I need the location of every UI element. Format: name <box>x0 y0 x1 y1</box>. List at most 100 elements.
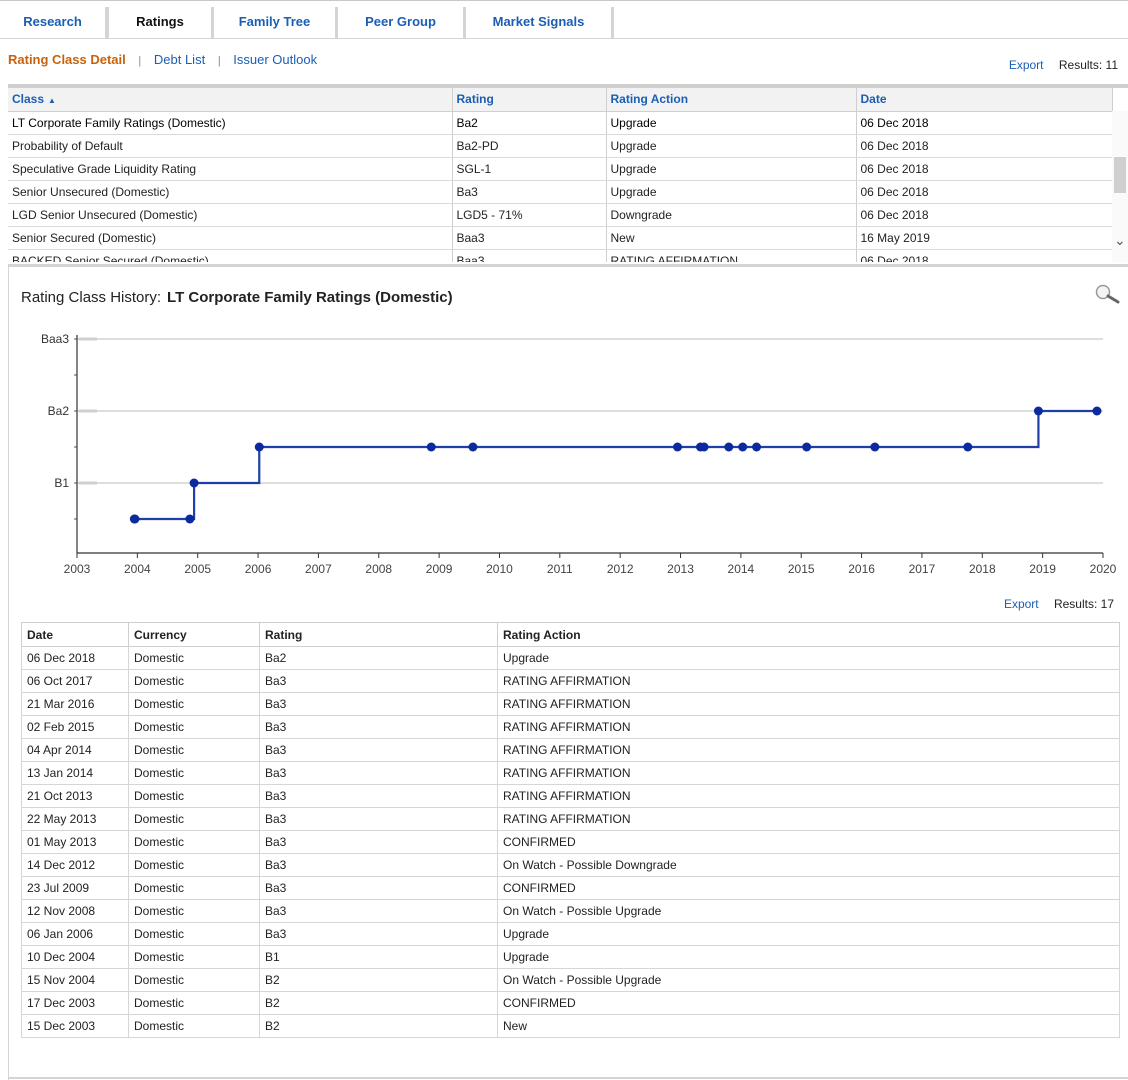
y-tick-label: Ba2 <box>48 404 70 418</box>
table-row[interactable]: 06 Dec 2018 Domestic Ba2 Upgrade <box>21 646 1120 670</box>
table-cell: Upgrade <box>606 111 857 135</box>
table-cell: SGL-1 <box>452 157 607 181</box>
table-cell: CONFIRMED <box>497 876 1120 900</box>
table-cell: Ba3 <box>259 738 498 762</box>
scrollbar-thumb[interactable] <box>1114 157 1126 193</box>
table-cell: Upgrade <box>497 646 1120 670</box>
tab-research[interactable]: Research <box>0 7 108 39</box>
column-header-rating-action: Rating Action <box>497 622 1120 647</box>
table-cell: Ba2 <box>259 646 498 670</box>
table-cell: RATING AFFIRMATION <box>497 784 1120 808</box>
tab-baseline <box>0 38 1128 39</box>
history-table-toolbar: Export Results: 17 <box>1004 597 1114 611</box>
data-point <box>254 442 264 452</box>
table-cell: Domestic <box>128 784 260 808</box>
table-cell: CONFIRMED <box>497 991 1120 1015</box>
table-row[interactable]: 15 Dec 2003 Domestic B2 New <box>21 1014 1120 1038</box>
table-row[interactable]: 06 Jan 2006 Domestic Ba3 Upgrade <box>21 922 1120 946</box>
subnav-rating-class-detail[interactable]: Rating Class Detail <box>8 52 126 67</box>
tab-ratings[interactable]: Ratings <box>106 7 214 39</box>
table-row[interactable]: 22 May 2013 Domestic Ba3 RATING AFFIRMATION <box>21 807 1120 831</box>
tab-market-signals[interactable]: Market Signals <box>466 7 614 39</box>
y-tick-label: B1 <box>54 476 69 490</box>
subnav-debt-list[interactable]: Debt List <box>154 52 205 67</box>
data-point <box>738 442 748 452</box>
x-tick-label: 2005 <box>184 562 211 576</box>
table-cell: 06 Dec 2018 <box>856 157 1113 181</box>
table-row[interactable]: 13 Jan 2014 Domestic Ba3 RATING AFFIRMATION <box>21 761 1120 785</box>
table-row[interactable]: 01 May 2013 Domestic Ba3 CONFIRMED <box>21 830 1120 854</box>
table-cell: Domestic <box>128 1014 260 1038</box>
table-cell: Ba2-PD <box>452 134 607 158</box>
magnifier-icon[interactable] <box>1094 283 1122 308</box>
table-row[interactable]: 14 Dec 2012 Domestic Ba3 On Watch - Possibl… <box>21 853 1120 877</box>
table-cell: Domestic <box>128 991 260 1015</box>
subnav-issuer-outlook[interactable]: Issuer Outlook <box>233 52 317 67</box>
column-header-rating[interactable]: Rating <box>452 88 607 112</box>
table-cell: Domestic <box>128 646 260 670</box>
column-header-rating: Rating <box>259 622 498 647</box>
table-cell: Probability of Default <box>8 134 453 158</box>
table-cell: Senior Secured (Domestic) <box>8 226 453 250</box>
table-cell: Ba3 <box>259 761 498 785</box>
table-cell: Ba3 <box>259 830 498 854</box>
table-row[interactable]: 04 Apr 2014 Domestic Ba3 RATING AFFIRMATION <box>21 738 1120 762</box>
column-header-rating-action[interactable]: Rating Action <box>606 88 857 112</box>
chevron-down-icon[interactable]: ⌄ <box>1114 232 1126 249</box>
column-header-class[interactable]: Class ▲ <box>8 88 453 112</box>
table-cell: New <box>606 226 857 250</box>
table-row[interactable]: Speculative Grade Liquidity Rating SGL-1 U… <box>8 157 1113 181</box>
table-cell: 06 Dec 2018 <box>856 180 1113 204</box>
table-row[interactable]: 21 Oct 2013 Domestic Ba3 RATING AFFIRMATION <box>21 784 1120 808</box>
x-tick-label: 2009 <box>426 562 453 576</box>
table-row[interactable]: LT Corporate Family Ratings (Domestic) Ba… <box>8 111 1113 135</box>
table-cell: Ba3 <box>259 922 498 946</box>
table-row[interactable]: 02 Feb 2015 Domestic Ba3 RATING AFFIRMATION <box>21 715 1120 739</box>
table-row[interactable]: 10 Dec 2004 Domestic B1 Upgrade <box>21 945 1120 969</box>
subnav-separator: | <box>138 55 142 67</box>
table-cell: Ba2 <box>452 111 607 135</box>
export-link[interactable]: Export <box>1004 597 1039 611</box>
tab-family-tree[interactable]: Family Tree <box>214 7 338 39</box>
table-row[interactable]: 06 Oct 2017 Domestic Ba3 RATING AFFIRMATION <box>21 669 1120 693</box>
table-cell: 04 Apr 2014 <box>21 738 129 762</box>
table-cell: 06 Dec 2018 <box>21 646 129 670</box>
table-row[interactable]: BACKED Senior Secured (Domestic) Baa3 RATI… <box>8 249 1113 262</box>
table-row[interactable]: 21 Mar 2016 Domestic Ba3 RATING AFFIRMATION <box>21 692 1120 716</box>
table-row[interactable]: 23 Jul 2009 Domestic Ba3 CONFIRMED <box>21 876 1120 900</box>
table-cell: Domestic <box>128 761 260 785</box>
tab-bar: Research Ratings Family Tree Peer Group … <box>0 0 1128 39</box>
table-row[interactable]: 17 Dec 2003 Domestic B2 CONFIRMED <box>21 991 1120 1015</box>
table-row[interactable]: 12 Nov 2008 Domestic Ba3 On Watch - Possibl… <box>21 899 1120 923</box>
table-cell: 12 Nov 2008 <box>21 899 129 923</box>
table-cell: Ba3 <box>259 669 498 693</box>
x-tick-label: 2010 <box>486 562 513 576</box>
data-point <box>1033 406 1043 416</box>
table-cell: Upgrade <box>606 134 857 158</box>
table-row[interactable]: Probability of Default Ba2-PD Upgrade 06 De… <box>8 134 1113 158</box>
table-cell: 06 Oct 2017 <box>21 669 129 693</box>
tab-peer-group[interactable]: Peer Group <box>338 7 466 39</box>
y-tick-marker <box>79 409 97 413</box>
table-row[interactable]: Senior Secured (Domestic) Baa3 New 16 May 2… <box>8 226 1113 250</box>
table-row[interactable]: 15 Nov 2004 Domestic B2 On Watch - Possible… <box>21 968 1120 992</box>
table-row[interactable]: LGD Senior Unsecured (Domestic) LGD5 - 71… <box>8 203 1113 227</box>
export-link[interactable]: Export <box>1009 58 1044 72</box>
table-row[interactable]: Senior Unsecured (Domestic) Ba3 Upgrade 06 … <box>8 180 1113 204</box>
table-cell: B1 <box>259 945 498 969</box>
table-cell: Domestic <box>128 899 260 923</box>
table-cell: Domestic <box>128 876 260 900</box>
table-cell: Domestic <box>128 738 260 762</box>
table-cell: Upgrade <box>497 922 1120 946</box>
table-cell: Baa3 <box>452 226 607 250</box>
section-divider <box>9 1077 1128 1079</box>
results-count: Results: 17 <box>1053 597 1114 611</box>
x-tick-label: 2020 <box>1090 562 1117 576</box>
vertical-scrollbar[interactable]: ⌄ <box>1112 111 1128 262</box>
column-header-date[interactable]: Date <box>856 88 1113 112</box>
triangle-up-icon: ▲ <box>48 96 56 106</box>
x-tick-label: 2004 <box>124 562 151 576</box>
y-tick-marker <box>79 337 97 341</box>
x-tick-label: 2013 <box>667 562 694 576</box>
x-tick-label: 2019 <box>1029 562 1056 576</box>
